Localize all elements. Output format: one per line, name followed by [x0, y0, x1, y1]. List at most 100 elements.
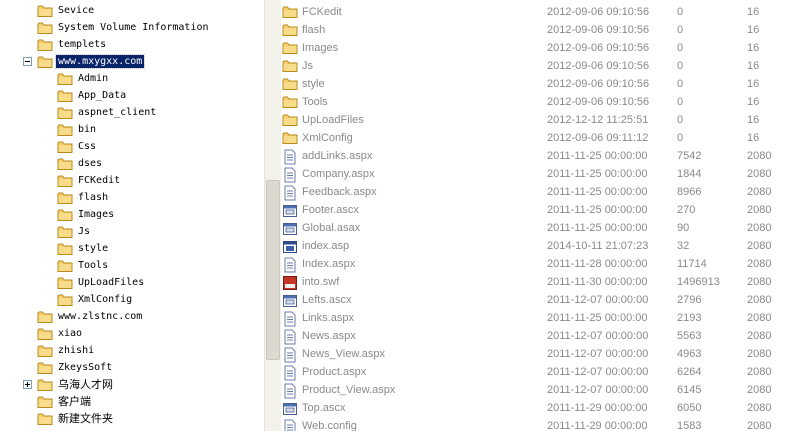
file-row[interactable]: Images 2012-09-06 09:10:56 0 16 — [281, 40, 794, 58]
file-name: News_View.aspx — [302, 348, 385, 360]
tree-item[interactable]: style — [57, 240, 110, 257]
file-date: 2011-12-07 00:00:00 — [547, 330, 649, 342]
file-row[interactable]: Company.aspx 2011-11-25 00:00:00 1844 2080 — [281, 166, 794, 184]
tree-item[interactable]: templets — [37, 36, 108, 53]
file-row[interactable]: News_View.aspx 2011-12-07 00:00:00 4963 208… — [281, 346, 794, 364]
tree-item[interactable]: ZkeysSoft — [37, 359, 114, 376]
file-name: Product.aspx — [302, 366, 367, 378]
file-date: 2011-11-25 00:00:00 — [547, 222, 648, 234]
file-name: UpLoadFiles — [302, 114, 364, 126]
file-size: 2193 — [677, 312, 702, 324]
file-row[interactable]: Index.aspx 2011-11-28 00:00:00 11714 2080 — [281, 256, 794, 274]
folder-icon — [57, 174, 73, 188]
folder-tree[interactable]: Sevice System Volume Information templets w… — [0, 0, 264, 431]
file-size: 0 — [677, 132, 684, 144]
file-row[interactable]: Top.ascx 2011-11-29 00:00:00 6050 2080 — [281, 400, 794, 418]
tree-item[interactable]: dses — [57, 155, 104, 172]
folder-icon — [57, 208, 73, 222]
tree-item[interactable]: 乌海人才网 — [37, 376, 115, 393]
tree-item[interactable]: Js — [57, 223, 92, 240]
folder-icon — [37, 378, 53, 392]
file-row[interactable]: Links.aspx 2011-11-25 00:00:00 2193 2080 — [281, 310, 794, 328]
file-row[interactable]: flash 2012-09-06 09:10:56 0 16 — [281, 22, 794, 40]
document-icon — [282, 185, 298, 201]
file-size: 6050 — [677, 402, 702, 414]
file-size: 11714 — [677, 258, 707, 270]
file-row[interactable]: Product.aspx 2011-12-07 00:00:00 6264 2080 — [281, 364, 794, 382]
folder-icon — [37, 344, 53, 358]
tree-item-label: System Volume Information — [58, 22, 209, 33]
document-icon — [282, 257, 298, 273]
file-size: 5563 — [677, 330, 702, 342]
tree-item[interactable]: xiao — [37, 325, 84, 342]
tree-item[interactable]: UpLoadFiles — [57, 274, 146, 291]
tree-item[interactable]: Css — [57, 138, 98, 155]
tree-item-label: style — [78, 243, 109, 254]
file-name: Index.aspx — [302, 258, 356, 270]
file-row[interactable]: UpLoadFiles 2012-12-12 11:25:51 0 16 — [281, 112, 794, 130]
tree-item[interactable]: App_Data — [57, 87, 128, 104]
tree-item[interactable]: XmlConfig — [57, 291, 134, 308]
tree-scrollbar[interactable] — [264, 0, 281, 431]
document-icon — [282, 419, 298, 431]
file-row[interactable]: FCKedit 2012-09-06 09:10:56 0 16 — [281, 4, 794, 22]
document-icon — [282, 311, 298, 327]
tree-item[interactable]: www.zlstnc.com — [37, 308, 144, 325]
tree-item[interactable]: www.mxygxx.com — [37, 53, 146, 70]
tree-item[interactable]: aspnet_client — [57, 104, 158, 121]
folder-icon — [37, 310, 53, 324]
tree-item[interactable]: 客户端 — [37, 393, 93, 410]
file-row[interactable]: Js 2012-09-06 09:10:56 0 16 — [281, 58, 794, 76]
folder-icon — [57, 276, 73, 290]
file-size: 1583 — [677, 420, 702, 431]
folder-icon — [57, 72, 73, 86]
file-attr: 2080 — [747, 294, 772, 306]
file-row[interactable]: Footer.ascx 2011-11-25 00:00:00 270 2080 — [281, 202, 794, 220]
expand-button[interactable] — [23, 380, 32, 389]
tree-item[interactable]: Tools — [57, 257, 110, 274]
file-name: Feedback.aspx — [302, 186, 377, 198]
tree-item-label: xiao — [58, 328, 83, 339]
tree-item[interactable]: Admin — [57, 70, 110, 87]
file-name: News.aspx — [302, 330, 356, 342]
file-attr: 16 — [747, 6, 760, 18]
file-attr: 2080 — [747, 384, 772, 396]
file-attr: 16 — [747, 114, 760, 126]
tree-item[interactable]: flash — [57, 189, 110, 206]
file-row[interactable]: Global.asax 2011-11-25 00:00:00 90 2080 — [281, 220, 794, 238]
file-date: 2011-11-29 00:00:00 — [547, 402, 648, 414]
tree-item[interactable]: Sevice — [37, 2, 96, 19]
file-list[interactable]: FCKedit 2012-09-06 09:10:56 0 16 flash 2012-0… — [281, 0, 794, 431]
tree-item[interactable]: zhishi — [37, 342, 96, 359]
tree-item[interactable]: bin — [57, 121, 98, 138]
file-row[interactable]: addLinks.aspx 2011-11-25 00:00:00 7542 2080 — [281, 148, 794, 166]
collapse-button[interactable] — [23, 57, 32, 66]
document-icon — [282, 149, 298, 165]
file-row[interactable]: Product_View.aspx 2011-12-07 00:00:00 6145… — [281, 382, 794, 400]
file-size: 0 — [677, 78, 684, 90]
file-size: 8966 — [677, 186, 702, 198]
folder-icon — [57, 293, 73, 307]
file-date: 2011-11-25 00:00:00 — [547, 204, 648, 216]
tree-item-label: Js — [78, 226, 91, 237]
tree-item[interactable]: System Volume Information — [37, 19, 211, 36]
file-row[interactable]: index.asp 2014-10-11 21:07:23 32 2080 — [281, 238, 794, 256]
tree-item-label: bin — [78, 124, 97, 135]
file-row[interactable]: Tools 2012-09-06 09:10:56 0 16 — [281, 94, 794, 112]
file-name: index.asp — [302, 240, 350, 252]
file-row[interactable]: Web.config 2011-11-29 00:00:00 1583 2080 — [281, 418, 794, 431]
tree-item[interactable]: FCKedit — [57, 172, 122, 189]
tree-item[interactable]: 新建文件夹 — [37, 410, 115, 427]
file-date: 2012-09-06 09:11:12 — [547, 132, 649, 144]
tree-item[interactable]: Images — [57, 206, 116, 223]
folder-icon — [282, 95, 298, 111]
file-size: 0 — [677, 24, 684, 36]
file-row[interactable]: Feedback.aspx 2011-11-25 00:00:00 8966 2080 — [281, 184, 794, 202]
file-row[interactable]: News.aspx 2011-12-07 00:00:00 5563 2080 — [281, 328, 794, 346]
file-row[interactable]: Lefts.ascx 2011-12-07 00:00:00 2796 2080 — [281, 292, 794, 310]
scrollbar-thumb[interactable] — [266, 180, 280, 360]
file-row[interactable]: into.swf 2011-11-30 00:00:00 1496913 2080 — [281, 274, 794, 292]
file-row[interactable]: XmlConfig 2012-09-06 09:11:12 0 16 — [281, 130, 794, 148]
file-date: 2011-11-28 00:00:00 — [547, 258, 648, 270]
file-row[interactable]: style 2012-09-06 09:10:56 0 16 — [281, 76, 794, 94]
